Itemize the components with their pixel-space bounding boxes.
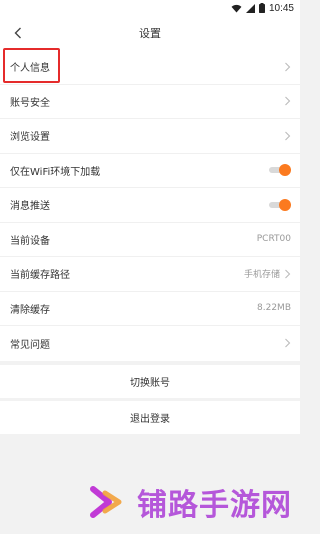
page-title: 设置 (139, 27, 161, 40)
chevron-right-icon (285, 62, 291, 72)
settings-screen: 10:45 设置 个人信息 账号安全 浏览设置 仅在WiFi环境下加载 消息推送… (0, 0, 300, 534)
settings-list: 个人信息 账号安全 浏览设置 仅在WiFi环境下加载 消息推送 当前设备 PCR… (0, 50, 300, 361)
watermark-logo-icon (90, 486, 122, 518)
cache-path-value: 手机存储 (243, 270, 280, 281)
nav-bar: 设置 (0, 16, 300, 50)
chevron-right-icon (285, 269, 291, 279)
settings-row-account-security[interactable]: 账号安全 (0, 85, 300, 119)
switch-account-button[interactable]: 切换账号 (0, 365, 300, 398)
wifi-icon (231, 4, 242, 13)
row-label: 当前缓存路径 (10, 270, 70, 282)
battery-icon (258, 3, 265, 13)
settings-row-cache-path[interactable]: 当前缓存路径 手机存储 (0, 257, 300, 292)
chevron-right-icon (285, 338, 291, 348)
logout-button[interactable]: 退出登录 (0, 401, 300, 434)
watermark-text: 铺路手游网 (137, 488, 292, 523)
row-label: 个人信息 (10, 63, 50, 75)
settings-row-current-device: 当前设备 PCRT00 (0, 223, 300, 257)
wifi-only-toggle[interactable] (269, 164, 291, 177)
chevron-right-icon (285, 131, 291, 141)
back-button[interactable] (6, 21, 30, 45)
settings-row-wifi-only: 仅在WiFi环境下加载 (0, 154, 300, 188)
device-value: PCRT00 (256, 234, 291, 245)
row-label: 常见问题 (10, 339, 50, 351)
settings-row-faq[interactable]: 常见问题 (0, 326, 300, 361)
logout-label: 退出登录 (130, 414, 170, 425)
chevron-right-icon (285, 96, 291, 106)
watermark: 铺路手游网 (89, 480, 292, 524)
cache-size-value: 8.22MB (257, 303, 291, 314)
status-time: 10:45 (268, 2, 294, 14)
row-label: 清除缓存 (10, 304, 50, 316)
settings-row-personal-info[interactable]: 个人信息 (0, 50, 300, 85)
row-label: 账号安全 (10, 97, 50, 109)
push-notifications-toggle[interactable] (269, 198, 291, 211)
switch-account-label: 切换账号 (130, 378, 170, 389)
settings-row-browse-settings[interactable]: 浏览设置 (0, 119, 300, 154)
row-label: 当前设备 (10, 235, 50, 247)
settings-row-clear-cache[interactable]: 清除缓存 8.22MB (0, 292, 300, 326)
row-label: 浏览设置 (10, 132, 50, 144)
row-label: 消息推送 (10, 201, 50, 213)
row-label: 仅在WiFi环境下加载 (10, 166, 101, 178)
settings-row-push-notifications: 消息推送 (0, 188, 300, 223)
status-bar: 10:45 (0, 0, 300, 16)
signal-icon (245, 3, 255, 13)
back-arrow-icon (14, 27, 21, 39)
